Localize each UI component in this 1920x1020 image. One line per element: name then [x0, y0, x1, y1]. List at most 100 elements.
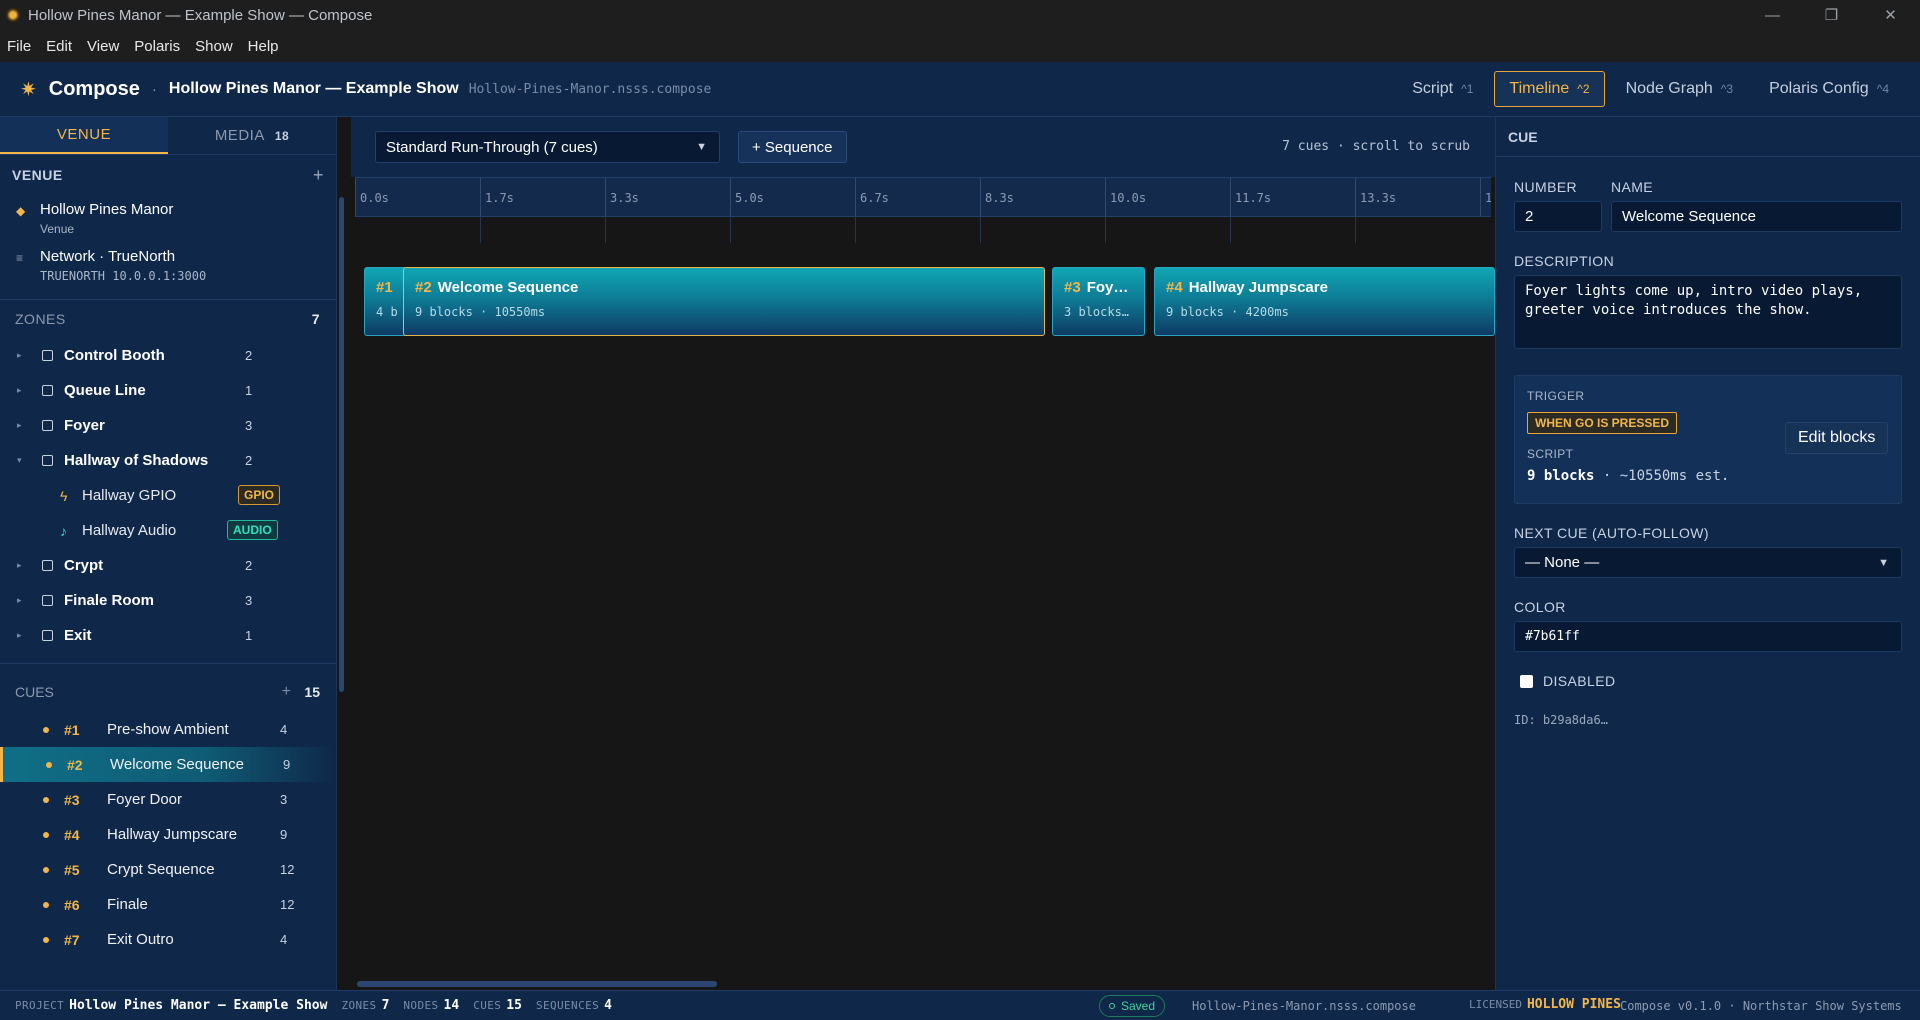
zone-exit[interactable]: ▸ Exit 1: [0, 618, 336, 653]
project-file: Hollow-Pines-Manor.nsss.compose: [468, 81, 712, 97]
cue-block-summary: 9 blocks · 4200ms: [1166, 305, 1289, 319]
left-panel-scrollbar[interactable]: [339, 197, 344, 692]
node-hallway-gpio[interactable]: ϟ Hallway GPIO GPIO: [0, 478, 336, 513]
edit-blocks-button[interactable]: Edit blocks: [1785, 422, 1889, 454]
timeline-cue-block[interactable]: #3 Foy… 3 blocks…: [1052, 267, 1145, 336]
minimize-icon[interactable]: —: [1743, 0, 1802, 30]
cue-name: Hallway Jumpscare: [107, 826, 238, 843]
chevron-down-icon[interactable]: ▾: [17, 455, 42, 466]
trigger-badge[interactable]: WHEN GO IS PRESSED: [1527, 412, 1678, 434]
cue-description-textarea[interactable]: Foyer lights come up, intro video plays,…: [1514, 275, 1902, 349]
timeline-cue-block[interactable]: #1 4 b: [364, 267, 408, 336]
script-estimate: · ~10550ms est.: [1594, 468, 1730, 484]
zone-control-booth[interactable]: ▸ Control Booth 2: [0, 338, 336, 373]
cue-list-item[interactable]: #6 Finale 12: [0, 887, 336, 922]
zone-name: Control Booth: [64, 347, 165, 364]
zone-checkbox[interactable]: [42, 420, 53, 431]
zone-queue-line[interactable]: ▸ Queue Line 1: [0, 373, 336, 408]
cue-list-item[interactable]: #1 Pre-show Ambient 4: [0, 712, 336, 747]
tab-script[interactable]: Script ^1: [1397, 71, 1488, 107]
menu-view[interactable]: View: [87, 38, 119, 55]
timeline-cue-block-selected[interactable]: #2 Welcome Sequence 9 blocks · 10550ms: [403, 267, 1045, 336]
sequence-select[interactable]: Standard Run-Through (7 cues) ▼: [375, 131, 720, 163]
menu-show[interactable]: Show: [195, 38, 233, 55]
zone-foyer[interactable]: ▸ Foyer 3: [0, 408, 336, 443]
script-summary: 9 blocks · ~10550ms est.: [1527, 468, 1729, 484]
ruler-tick: 13.3s: [1355, 178, 1396, 216]
zone-finale-room[interactable]: ▸ Finale Room 3: [0, 583, 336, 618]
zone-checkbox[interactable]: [42, 350, 53, 361]
tab-timeline[interactable]: Timeline ^2: [1494, 71, 1605, 107]
license-info: LICENSED HOLLOW PINES: [1469, 997, 1621, 1012]
zone-checkbox[interactable]: [42, 560, 53, 571]
cue-name: Finale: [107, 896, 148, 913]
menu-file[interactable]: File: [7, 38, 31, 55]
saved-status-badge: Saved: [1099, 995, 1166, 1017]
tab-shortcut: ^2: [1577, 82, 1590, 96]
cue-list-item[interactable]: #3 Foyer Door 3: [0, 782, 336, 817]
chevron-right-icon[interactable]: ▸: [17, 420, 42, 431]
next-cue-select[interactable]: — None — ▼: [1514, 547, 1902, 578]
gpio-badge: GPIO: [238, 485, 281, 505]
cue-block-summary: 4 b: [376, 305, 398, 319]
venue-item[interactable]: ◆ Hollow Pines Manor Venue: [0, 195, 336, 242]
timeline-horizontal-scrollbar[interactable]: [357, 981, 717, 987]
cue-bullet: [43, 936, 49, 943]
disabled-checkbox[interactable]: [1520, 675, 1533, 688]
cue-bullet: [43, 901, 49, 908]
add-venue-icon[interactable]: +: [313, 165, 324, 186]
tab-media[interactable]: MEDIA 18: [168, 117, 336, 154]
grid-line: [1105, 217, 1106, 243]
cue-number: #7: [64, 931, 80, 948]
menu-polaris[interactable]: Polaris: [134, 38, 180, 55]
cue-block-number: #3: [1064, 279, 1081, 296]
venue-diamond-icon: ◆: [16, 204, 26, 218]
cue-list-item-selected[interactable]: #2 Welcome Sequence 9: [0, 747, 336, 782]
cue-block-title: #2 Welcome Sequence: [415, 279, 578, 296]
maximize-icon[interactable]: ❐: [1802, 0, 1861, 30]
chevron-right-icon[interactable]: ▸: [17, 595, 42, 606]
zone-checkbox[interactable]: [42, 630, 53, 641]
close-icon[interactable]: ✕: [1861, 0, 1920, 30]
chevron-right-icon[interactable]: ▸: [17, 350, 42, 361]
zone-hallway-of-shadows[interactable]: ▾ Hallway of Shadows 2: [0, 443, 336, 478]
timeline-cue-block[interactable]: #4 Hallway Jumpscare 9 blocks · 4200ms: [1154, 267, 1495, 336]
add-sequence-button[interactable]: + Sequence: [738, 131, 847, 163]
zone-crypt[interactable]: ▸ Crypt 2: [0, 548, 336, 583]
chevron-right-icon[interactable]: ▸: [17, 385, 42, 396]
cue-block-count: 4: [280, 932, 288, 947]
ruler-tick: 10.0s: [1105, 178, 1146, 216]
grid-line: [480, 217, 481, 243]
cues-value: 15: [506, 998, 522, 1013]
sequence-toolbar: Standard Run-Through (7 cues) ▼ + Sequen…: [351, 117, 1495, 177]
zone-checkbox[interactable]: [42, 595, 53, 606]
cue-list-item[interactable]: #7 Exit Outro 4: [0, 922, 336, 957]
cue-block-title: #4 Hallway Jumpscare: [1166, 279, 1328, 296]
add-cue-icon[interactable]: +: [282, 683, 291, 701]
cue-name-input[interactable]: Welcome Sequence: [1611, 201, 1902, 232]
zone-checkbox[interactable]: [42, 385, 53, 396]
chevron-right-icon[interactable]: ▸: [17, 630, 42, 641]
network-item[interactable]: ≡ Network · TrueNorth TRUENORTH 10.0.0.1…: [0, 242, 336, 289]
time-ruler[interactable]: 0.0s 1.7s 3.3s 5.0s 6.7s 8.3s 10.0s 11.7…: [355, 177, 1491, 217]
cue-color-input[interactable]: #7b61ff: [1514, 621, 1902, 652]
ruler-tick: 8.3s: [980, 178, 1014, 216]
network-name: Network · TrueNorth: [40, 248, 176, 265]
tab-venue[interactable]: VENUE: [0, 117, 168, 154]
brand-name: Compose: [48, 77, 140, 100]
version-info: Compose v0.1.0 · Northstar Show Systems: [1620, 999, 1902, 1013]
network-icon: ≡: [16, 251, 24, 265]
menu-edit[interactable]: Edit: [46, 38, 72, 55]
cue-number-input[interactable]: 2: [1514, 201, 1602, 232]
cue-block-name: Hallway Jumpscare: [1188, 279, 1328, 296]
compose-logo-icon: ✷: [20, 78, 37, 101]
ruler-tick: 1.7s: [480, 178, 514, 216]
zone-checkbox[interactable]: [42, 455, 53, 466]
cue-list-item[interactable]: #4 Hallway Jumpscare 9: [0, 817, 336, 852]
cue-list-item[interactable]: #5 Crypt Sequence 12: [0, 852, 336, 887]
tab-node-graph[interactable]: Node Graph ^3: [1611, 71, 1748, 107]
chevron-right-icon[interactable]: ▸: [17, 560, 42, 571]
node-hallway-audio[interactable]: ♪ Hallway Audio AUDIO: [0, 513, 336, 548]
tab-polaris-config[interactable]: Polaris Config ^4: [1754, 71, 1904, 107]
menu-help[interactable]: Help: [248, 38, 279, 55]
